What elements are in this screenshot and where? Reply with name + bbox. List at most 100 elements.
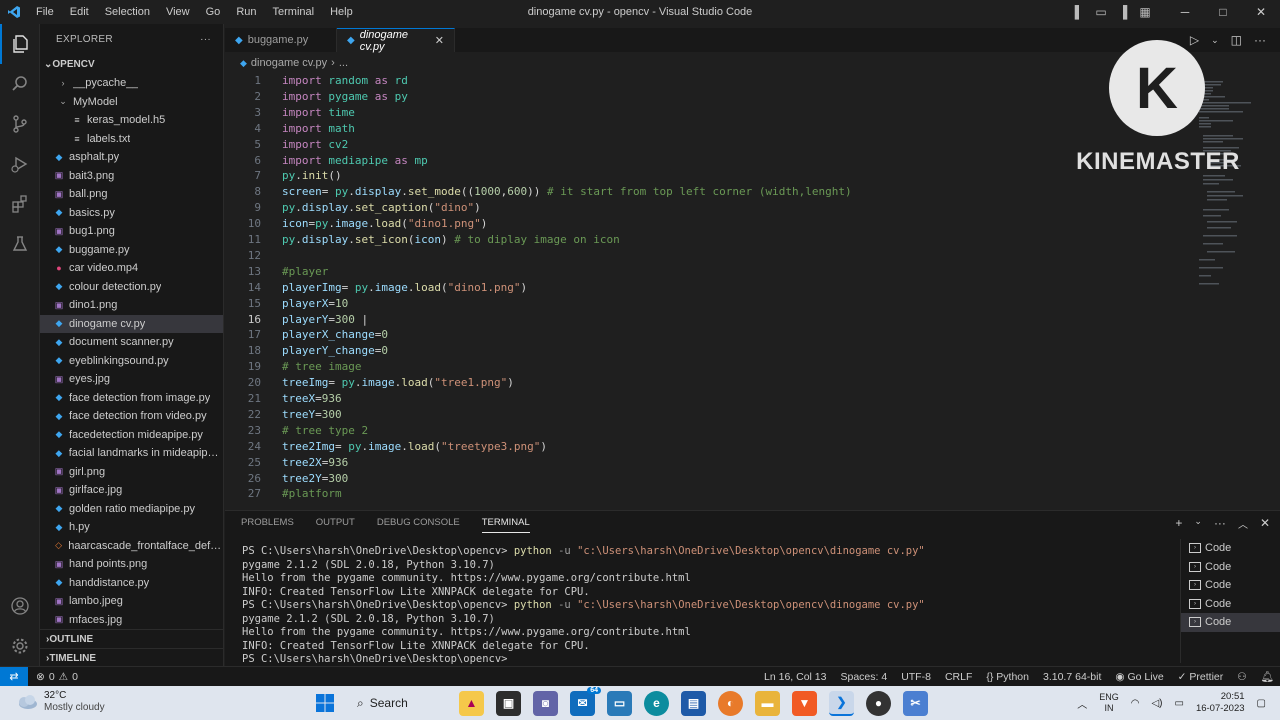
file-tree-item[interactable]: ▣ lambo.jpeg xyxy=(40,592,223,611)
file-tree-item[interactable]: ◆ golden ratio mediapipe.py xyxy=(40,500,223,519)
maximize-icon[interactable]: □ xyxy=(1204,5,1242,19)
problems-indicator[interactable]: ⊗ 0 ⚠ 0 xyxy=(28,671,78,683)
language-indicator[interactable]: ENG IN xyxy=(1099,692,1119,714)
file-tree-item[interactable]: ◆ document scanner.py xyxy=(40,333,223,352)
edge-browser-icon[interactable]: e xyxy=(644,690,669,716)
battery-icon[interactable]: ▭ xyxy=(1174,698,1183,709)
file-explorer-icon[interactable]: ▬ xyxy=(755,690,780,716)
indentation[interactable]: Spaces: 4 xyxy=(840,671,887,683)
menu-edit[interactable]: Edit xyxy=(62,0,97,24)
windows-start-icon[interactable] xyxy=(312,691,337,716)
language-mode[interactable]: {} Python xyxy=(986,671,1029,683)
file-tree-item[interactable]: ◆ colour detection.py xyxy=(40,278,223,297)
file-tree-item[interactable]: ▣ eyes.jpg xyxy=(40,370,223,389)
remote-indicator-icon[interactable]: ⇄ xyxy=(0,666,28,687)
close-panel-icon[interactable]: ✕ xyxy=(1260,516,1270,531)
run-debug-icon[interactable] xyxy=(0,144,40,184)
editor-tab[interactable]: ◆ buggame.py xyxy=(225,28,337,52)
github-desktop-icon[interactable]: ● xyxy=(866,690,891,716)
toggle-panel-icon[interactable]: ▭ xyxy=(1090,5,1112,19)
testing-icon[interactable] xyxy=(0,224,40,264)
show-hidden-icons-icon[interactable]: ︿ xyxy=(1077,696,1087,711)
menu-run[interactable]: Run xyxy=(228,0,264,24)
file-tree-item[interactable]: ▣ mfaces.jpg xyxy=(40,611,223,630)
python-interpreter[interactable]: 3.10.7 64-bit xyxy=(1043,671,1101,683)
file-tree-item[interactable]: ◆ facedetection mideapipe.py xyxy=(40,426,223,445)
prettier-button[interactable]: ✓ Prettier xyxy=(1178,671,1224,683)
terminal-instance[interactable]: › Code xyxy=(1181,613,1280,632)
file-tree-item[interactable]: › __pycache__ xyxy=(40,74,223,93)
panel-tab-output[interactable]: OUTPUT xyxy=(316,517,355,533)
manage-gear-icon[interactable] xyxy=(0,626,40,666)
file-tree-item[interactable]: ▣ ball.png xyxy=(40,185,223,204)
editor-tab[interactable]: ◆ dinogame cv.py ✕ xyxy=(337,28,455,53)
file-tree-item[interactable]: ≡ labels.txt xyxy=(40,130,223,149)
terminal-instance[interactable]: › Code xyxy=(1181,576,1280,595)
widget-app-icon[interactable]: ▲ xyxy=(459,690,484,716)
search-icon[interactable] xyxy=(0,64,40,104)
menu-help[interactable]: Help xyxy=(322,0,361,24)
explorer-icon[interactable] xyxy=(0,24,40,64)
file-tree-item[interactable]: ▣ girlface.jpg xyxy=(40,481,223,500)
menu-file[interactable]: File xyxy=(28,0,62,24)
file-tree-item[interactable]: ◆ asphalt.py xyxy=(40,148,223,167)
extensions-icon[interactable] xyxy=(0,184,40,224)
vscode-taskbar-icon[interactable]: ❯ xyxy=(829,690,854,716)
accounts-status-icon[interactable]: ⚇ xyxy=(1237,671,1246,683)
snipping-tool-icon[interactable]: ✂ xyxy=(903,690,928,716)
close-window-icon[interactable]: ✕ xyxy=(1242,5,1280,19)
file-tree-item[interactable]: ◆ facial landmarks in mideapipe ... xyxy=(40,444,223,463)
terminal-instance[interactable]: › Code xyxy=(1181,558,1280,577)
notifications-icon[interactable]: 🔔︎ xyxy=(1261,670,1274,683)
vscode-logo-icon[interactable] xyxy=(0,0,28,24)
file-tree-item[interactable]: ▣ bait3.png xyxy=(40,167,223,186)
customize-layout-icon[interactable]: ▦ xyxy=(1134,5,1156,19)
terminal-instance[interactable]: › Code xyxy=(1181,595,1280,614)
toggle-secondary-sidebar-icon[interactable]: ▐ xyxy=(1112,5,1134,19)
encoding[interactable]: UTF-8 xyxy=(901,671,931,683)
menu-go[interactable]: Go xyxy=(198,0,229,24)
desktop-icon[interactable]: ▭ xyxy=(607,690,632,716)
close-tab-icon[interactable]: ✕ xyxy=(435,34,444,47)
panel-tab-debug-console[interactable]: DEBUG CONSOLE xyxy=(377,517,460,533)
menu-selection[interactable]: Selection xyxy=(97,0,158,24)
maximize-panel-icon[interactable]: ︿ xyxy=(1238,516,1248,531)
menu-view[interactable]: View xyxy=(158,0,198,24)
firefox-icon[interactable]: ◐ xyxy=(718,690,743,716)
terminal-instance[interactable]: › Code xyxy=(1181,539,1280,558)
terminal-output[interactable]: PS C:\Users\harsh\OneDrive\Desktop\openc… xyxy=(242,545,1172,667)
file-tree-item[interactable]: ◆ h.py xyxy=(40,518,223,537)
terminal-dropdown-icon[interactable]: ⌄ xyxy=(1194,516,1202,531)
file-tree-item[interactable]: ◆ dinogame cv.py xyxy=(40,314,223,333)
weather-widget[interactable]: 32°C Mostly cloudy xyxy=(16,690,105,714)
menu-terminal[interactable]: Terminal xyxy=(265,0,323,24)
brave-browser-icon[interactable]: ▼ xyxy=(792,690,817,716)
store-icon[interactable]: ▤ xyxy=(681,690,706,716)
panel-tab-problems[interactable]: PROBLEMS xyxy=(241,517,294,533)
volume-icon[interactable]: ◁) xyxy=(1151,698,1162,709)
file-tree-item[interactable]: ◆ handdistance.py xyxy=(40,574,223,593)
timeline-section[interactable]: › TIMELINE xyxy=(40,648,224,667)
breadcrumb-file[interactable]: dinogame cv.py xyxy=(251,57,327,69)
more-actions-icon[interactable]: ··· xyxy=(1214,516,1226,531)
more-actions-icon[interactable]: ··· xyxy=(200,34,211,45)
accounts-icon[interactable] xyxy=(0,586,40,626)
toggle-sidebar-icon[interactable]: ▌ xyxy=(1068,5,1090,19)
panel-tab-terminal[interactable]: TERMINAL xyxy=(481,517,530,533)
file-tree-item[interactable]: ◆ face detection from video.py xyxy=(40,407,223,426)
file-tree-item[interactable]: ● car video.mp4 xyxy=(40,259,223,278)
file-tree-item[interactable]: ◆ face detection from image.py xyxy=(40,389,223,408)
end-of-line[interactable]: CRLF xyxy=(945,671,972,683)
file-tree-item[interactable]: ⌄ MyModel xyxy=(40,93,223,112)
task-view-icon[interactable]: ▣ xyxy=(496,690,521,716)
minimize-icon[interactable]: ─ xyxy=(1166,5,1204,19)
notification-center-icon[interactable]: ▢ xyxy=(1257,698,1266,709)
file-tree-item[interactable]: ◆ basics.py xyxy=(40,204,223,223)
file-tree-item[interactable]: ◇ haarcascade_frontalface_defau... xyxy=(40,537,223,556)
file-tree-item[interactable]: ≡ keras_model.h5 xyxy=(40,111,223,130)
more-actions-icon[interactable]: ··· xyxy=(1254,33,1266,47)
source-control-icon[interactable] xyxy=(0,104,40,144)
mail-icon[interactable]: ✉ 64 xyxy=(570,686,601,716)
teams-chat-icon[interactable]: ◙ xyxy=(533,690,558,716)
file-tree-item[interactable]: ▣ girl.png xyxy=(40,463,223,482)
